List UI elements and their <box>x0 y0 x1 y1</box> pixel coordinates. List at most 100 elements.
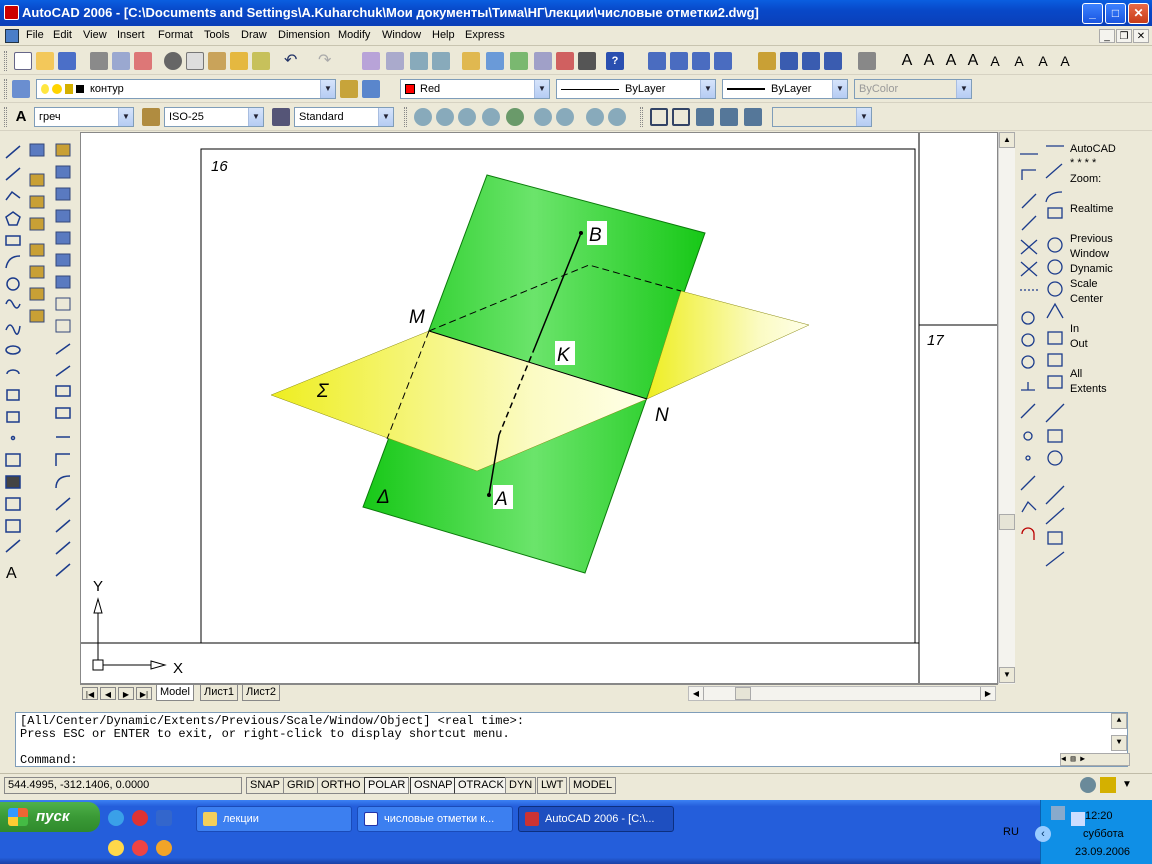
menu-view[interactable]: View <box>83 29 107 41</box>
last-tab-icon[interactable]: ▶| <box>136 687 152 700</box>
table-style-control[interactable]: Standard ▼ <box>294 107 394 127</box>
zoom-in-icon[interactable] <box>534 108 552 126</box>
dyn-toggle[interactable]: DYN <box>505 777 537 794</box>
menu-edit[interactable]: Edit <box>53 29 72 41</box>
match-properties-icon[interactable] <box>230 52 248 70</box>
first-tab-icon[interactable]: |◀ <box>82 687 98 700</box>
linetype-control[interactable]: ByLayer ▼ <box>556 79 716 99</box>
doc-minimize-button[interactable]: _ <box>1099 29 1115 43</box>
publish-icon[interactable] <box>134 52 152 70</box>
tab-list1[interactable]: Лист1 <box>200 685 239 701</box>
panel-all[interactable]: All <box>1070 367 1082 381</box>
drawing-area[interactable]: 16 17 B M K N A Σ Δ Y X <box>80 132 998 684</box>
quicklaunch-icon-1[interactable] <box>108 840 124 856</box>
quicklaunch-icon-2[interactable] <box>132 840 148 856</box>
status-menu-icon[interactable]: ▼ <box>1122 779 1132 790</box>
snap-toggle[interactable]: SNAP <box>246 777 284 794</box>
polar-toggle[interactable]: POLAR <box>364 777 410 794</box>
menu-file[interactable]: File <box>26 29 44 41</box>
maximize-button[interactable]: □ <box>1105 3 1126 24</box>
layer-previous-icon-2[interactable] <box>362 80 380 98</box>
drawing-canvas[interactable]: 16 17 B M K N A Σ Δ Y X <box>81 133 998 684</box>
menu-draw[interactable]: Draw <box>241 29 267 41</box>
command-prompt[interactable]: Command: <box>20 753 78 767</box>
menu-express[interactable]: Express <box>465 29 505 41</box>
panel-in[interactable]: In <box>1070 322 1079 336</box>
open-icon[interactable] <box>36 52 54 70</box>
panel-previous[interactable]: Previous <box>1070 232 1113 246</box>
markup-icon[interactable] <box>556 52 574 70</box>
layer-properties-icon[interactable] <box>12 80 30 98</box>
zoom-extents-icon[interactable] <box>608 108 626 126</box>
menu-window[interactable]: Window <box>382 29 421 41</box>
network-icon[interactable] <box>1051 806 1065 820</box>
doc-restore-button[interactable]: ❐ <box>1116 29 1132 43</box>
toolbar-grip[interactable] <box>640 107 643 127</box>
panel-window[interactable]: Window <box>1070 247 1109 261</box>
chevron-down-icon[interactable]: ▼ <box>118 108 133 126</box>
panel-dynamic[interactable]: Dynamic <box>1070 262 1113 276</box>
cmd-hscroll[interactable]: ◀ ▥ ▶ <box>1060 753 1130 766</box>
text-icon[interactable]: A <box>898 52 916 70</box>
tab-list2[interactable]: Лист2 <box>242 685 281 701</box>
panel-scale[interactable]: Scale <box>1070 277 1098 291</box>
menu-insert[interactable]: Insert <box>117 29 145 41</box>
comm-center-icon[interactable] <box>1080 777 1096 793</box>
grid-toggle[interactable]: GRID <box>283 777 319 794</box>
table-style-icon[interactable] <box>272 108 290 126</box>
scroll-down-icon[interactable]: ▼ <box>999 667 1015 683</box>
tool-palettes-icon[interactable] <box>510 52 528 70</box>
chevron-down-icon[interactable]: ▼ <box>378 108 393 126</box>
dim-linear-icon[interactable] <box>758 52 776 70</box>
layer-icon[interactable] <box>670 52 688 70</box>
text-convert-icon[interactable]: A <box>1056 52 1074 70</box>
redo-icon[interactable]: ↷ <box>318 52 336 70</box>
quick-dim-icon[interactable] <box>858 52 876 70</box>
pan-icon[interactable] <box>362 52 380 70</box>
zoom-previous-icon[interactable] <box>432 52 450 70</box>
opera-icon[interactable] <box>132 810 148 826</box>
cut-icon[interactable] <box>164 52 182 70</box>
ie-icon[interactable] <box>108 810 124 826</box>
language-indicator[interactable]: RU <box>1003 826 1019 838</box>
tab-model[interactable]: Model <box>156 685 194 701</box>
chevron-down-icon[interactable]: ▼ <box>320 80 335 98</box>
paste-icon[interactable] <box>208 52 226 70</box>
hscroll-thumb[interactable] <box>735 687 751 700</box>
sheet-set-icon[interactable] <box>534 52 552 70</box>
zoom-all-icon[interactable] <box>586 108 604 126</box>
plot-preview-icon[interactable] <box>112 52 130 70</box>
zoom-out-icon[interactable] <box>556 108 574 126</box>
text-style-control[interactable]: греч ▼ <box>34 107 134 127</box>
document-icon[interactable] <box>5 29 19 43</box>
new-icon[interactable] <box>14 52 32 70</box>
dim-style-icon[interactable] <box>142 108 160 126</box>
layer-match-icon[interactable] <box>692 52 710 70</box>
scroll-thumb[interactable] <box>999 514 1015 530</box>
panel-realtime[interactable]: Realtime <box>1070 202 1113 216</box>
next-tab-icon[interactable]: ▶ <box>118 687 134 700</box>
save-icon[interactable] <box>58 52 76 70</box>
dim-aligned-icon[interactable] <box>780 52 798 70</box>
zoom-object-icon[interactable] <box>506 108 524 126</box>
panel-center[interactable]: Center <box>1070 292 1103 306</box>
cmd-scroll-down-icon[interactable]: ▼ <box>1111 735 1127 751</box>
zoom-center-icon[interactable] <box>482 108 500 126</box>
mtext-icon[interactable]: A <box>920 52 938 70</box>
layer-isolate-icon[interactable] <box>714 52 732 70</box>
doc-close-button[interactable]: ✕ <box>1133 29 1149 43</box>
lwt-toggle[interactable]: LWT <box>537 777 568 794</box>
panel-extents[interactable]: Extents <box>1070 382 1107 396</box>
dim-baseline-icon[interactable] <box>802 52 820 70</box>
make-current-layer-icon[interactable] <box>340 80 358 98</box>
text-scale-icon[interactable]: A <box>1010 52 1028 70</box>
zoom-window-icon[interactable] <box>410 52 428 70</box>
tray-tool-icon[interactable] <box>1071 812 1085 826</box>
vertical-scrollbar[interactable]: ▲ ▼ <box>998 132 1015 684</box>
media-player-icon[interactable] <box>156 840 172 856</box>
menu-format[interactable]: Format <box>158 29 193 41</box>
clock-time[interactable]: 12:20 <box>1085 810 1113 822</box>
toolbar-grip[interactable] <box>404 107 407 127</box>
task-lektsii[interactable]: лекции <box>196 806 352 832</box>
chevron-down-icon[interactable]: ▼ <box>700 80 715 98</box>
